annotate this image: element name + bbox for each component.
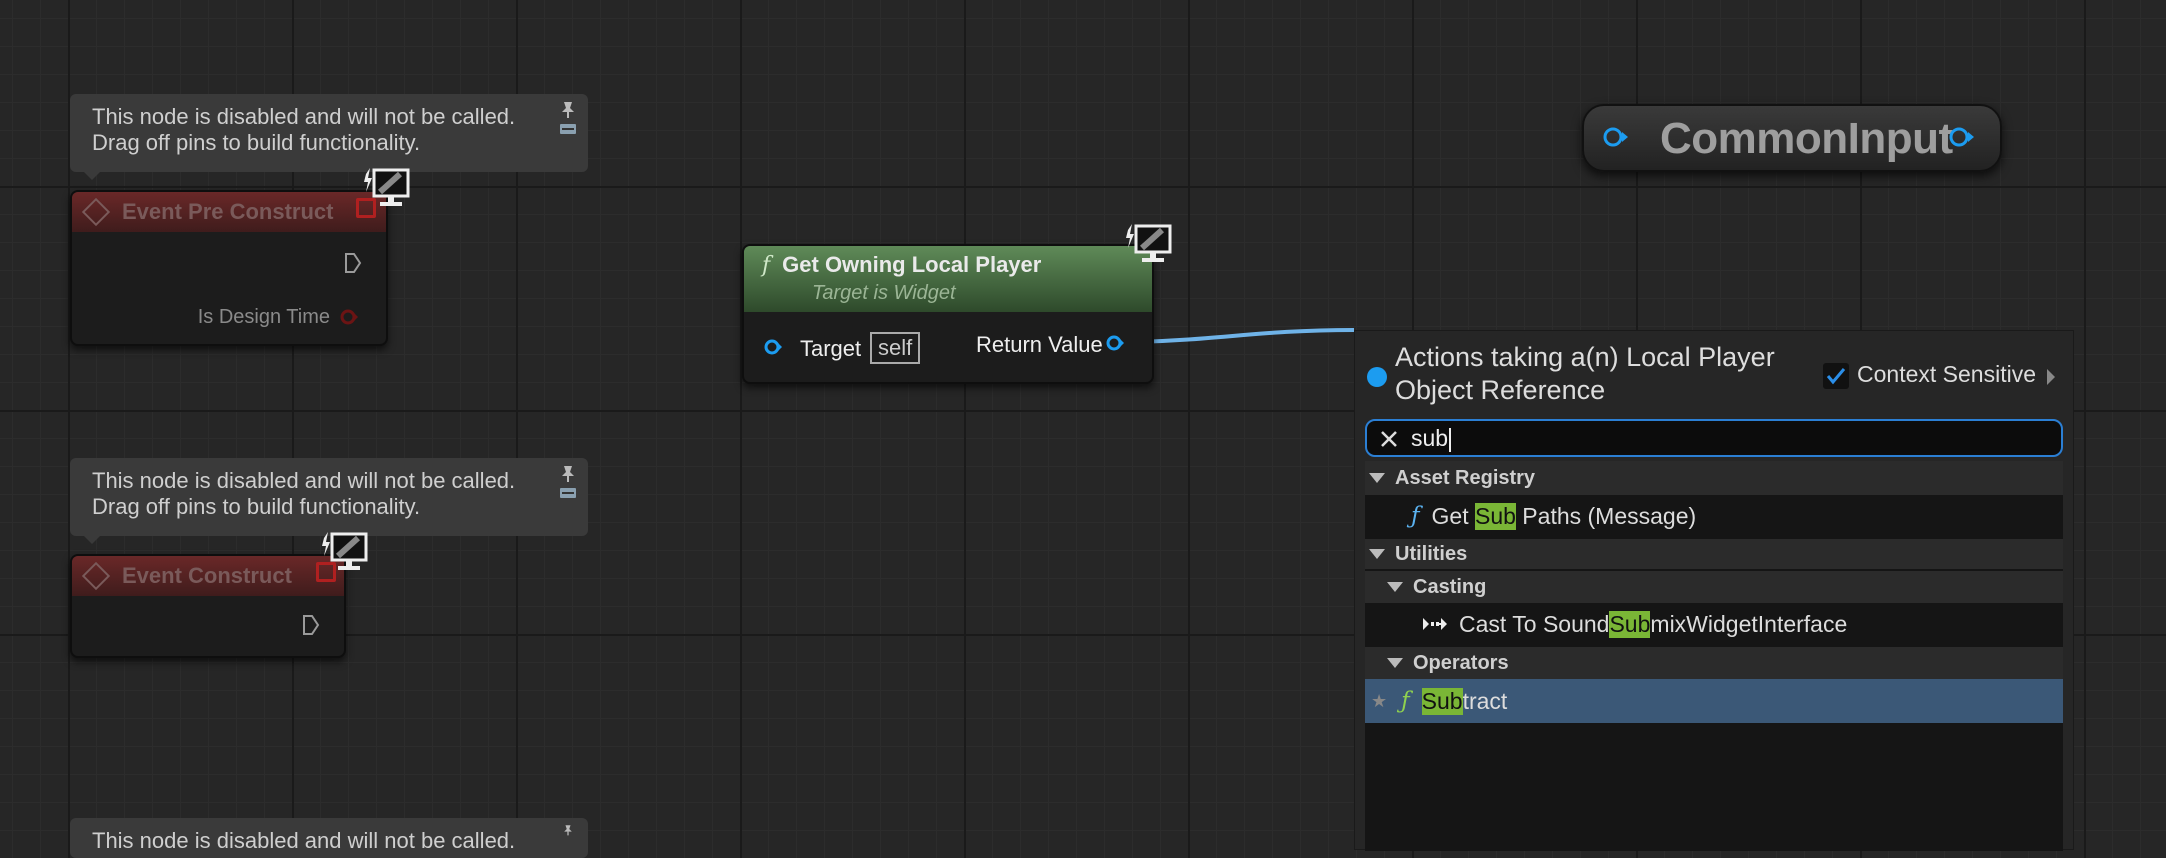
is-design-time-label: Is Design Time xyxy=(197,306,330,328)
monitor-icon xyxy=(1126,224,1172,262)
list-item-get-sub-paths[interactable]: ƒ Get Sub Paths (Message) xyxy=(1365,495,2063,537)
list-item-cast-to[interactable]: Cast To Sound Sub mixWidgetInterface xyxy=(1365,603,2063,645)
comment-line-1: This node is disabled and will not be ca… xyxy=(92,104,516,129)
item-text-post: mixWidgetInterface xyxy=(1650,610,1848,637)
object-reference-dot-icon xyxy=(1367,367,1387,387)
item-text-post: Paths (Message) xyxy=(1515,502,1697,529)
function-icon: ƒ xyxy=(1411,503,1420,529)
comment-line-1: This node is disabled and will not be ca… xyxy=(92,468,516,493)
is-design-time-pin[interactable] xyxy=(340,308,358,326)
category-utilities[interactable]: Utilities xyxy=(1365,539,2063,569)
get-owning-local-player-node[interactable]: f Get Owning Local Player Target is Widg… xyxy=(742,244,1154,384)
pin-icon[interactable] xyxy=(558,464,578,502)
action-list: Asset Registry ƒ Get Sub Paths (Message)… xyxy=(1365,461,2063,851)
search-value: sub xyxy=(1411,425,1449,451)
event-pre-construct-title: Event Pre Construct xyxy=(122,199,334,224)
comment-line-2: Drag off pins to build functionality. xyxy=(92,130,421,155)
item-text-pre: Get xyxy=(1431,502,1475,529)
item-text-highlight: Sub xyxy=(1474,502,1516,530)
menu-title: Actions taking a(n) Local Player Object … xyxy=(1395,342,1775,405)
comment-tail xyxy=(84,536,100,544)
target-pin[interactable] xyxy=(764,338,782,356)
pin-icon[interactable] xyxy=(558,100,578,138)
collapse-triangle-icon[interactable] xyxy=(1369,473,1385,483)
collapse-triangle-icon[interactable] xyxy=(1387,582,1403,592)
function-header: f Get Owning Local Player Target is Widg… xyxy=(744,246,1152,312)
category-casting[interactable]: Casting xyxy=(1365,571,2063,603)
event-construct-title: Event Construct xyxy=(122,563,292,588)
function-icon: f xyxy=(762,252,771,278)
context-sensitive-checkbox[interactable] xyxy=(1823,363,1849,389)
list-item-subtract[interactable]: ★ ƒ Sub tract xyxy=(1365,679,2063,723)
monitor-icon xyxy=(364,168,410,206)
disabled-comment-1: This node is disabled and will not be ca… xyxy=(70,94,588,180)
collapse-triangle-icon[interactable] xyxy=(1369,549,1385,559)
function-subtitle: Target is Widget xyxy=(812,282,956,304)
exec-output-pin[interactable] xyxy=(344,252,362,274)
disabled-comment-3: This node is disabled and will not be ca… xyxy=(70,818,588,858)
monitor-icon xyxy=(322,532,368,570)
category-label: Casting xyxy=(1413,575,1487,598)
event-pre-construct-node[interactable]: Event Pre Construct Is Design Time xyxy=(70,190,388,346)
comment-tail xyxy=(84,172,100,180)
output-pin[interactable] xyxy=(1948,126,1978,148)
comment-line-2: Drag off pins to build functionality. xyxy=(92,494,421,519)
item-text-highlight: Sub xyxy=(1609,610,1651,638)
context-sensitive-label[interactable]: Context Sensitive xyxy=(1857,361,2036,388)
action-menu: Actions taking a(n) Local Player Object … xyxy=(1354,330,2074,851)
pin-icon[interactable] xyxy=(558,824,578,848)
item-text-highlight: Sub xyxy=(1421,687,1463,715)
function-icon: ƒ xyxy=(1401,688,1410,714)
function-title: Get Owning Local Player xyxy=(782,252,1042,277)
event-construct-node[interactable]: Event Construct xyxy=(70,554,346,658)
cast-icon xyxy=(1423,618,1447,630)
disabled-comment-2: This node is disabled and will not be ca… xyxy=(70,458,588,544)
collapse-triangle-icon[interactable] xyxy=(1387,658,1403,668)
favorite-star-icon[interactable]: ★ xyxy=(1371,691,1387,712)
expand-arrow-icon[interactable] xyxy=(2047,369,2055,385)
return-value-pin[interactable] xyxy=(1106,334,1124,352)
text-caret xyxy=(1449,427,1452,452)
event-icon xyxy=(81,197,111,227)
category-label: Utilities xyxy=(1395,542,1468,565)
category-asset-registry[interactable]: Asset Registry xyxy=(1365,461,2063,495)
common-input-label: CommonInput xyxy=(1660,114,1953,163)
category-label: Asset Registry xyxy=(1395,466,1536,489)
item-text-pre: Cast To Sound xyxy=(1459,610,1610,637)
return-value-label: Return Value xyxy=(976,332,1103,357)
checkmark-icon xyxy=(1826,368,1846,385)
target-label: Target xyxy=(800,336,862,361)
clear-search-icon[interactable] xyxy=(1377,427,1401,451)
comment-line-1: This node is disabled and will not be ca… xyxy=(92,828,516,853)
exec-output-pin[interactable] xyxy=(302,614,320,636)
item-text-post: tract xyxy=(1462,687,1508,714)
category-label: Operators xyxy=(1413,651,1509,674)
category-operators[interactable]: Operators xyxy=(1365,647,2063,679)
event-construct-header: Event Construct xyxy=(72,556,344,596)
search-input[interactable]: sub xyxy=(1365,419,2063,457)
event-pre-construct-header: Event Pre Construct xyxy=(72,192,386,232)
common-input-node[interactable]: CommonInput xyxy=(1582,104,2002,172)
event-icon xyxy=(81,561,111,591)
input-pin[interactable] xyxy=(1602,126,1632,148)
target-self-box[interactable]: self xyxy=(870,332,921,364)
